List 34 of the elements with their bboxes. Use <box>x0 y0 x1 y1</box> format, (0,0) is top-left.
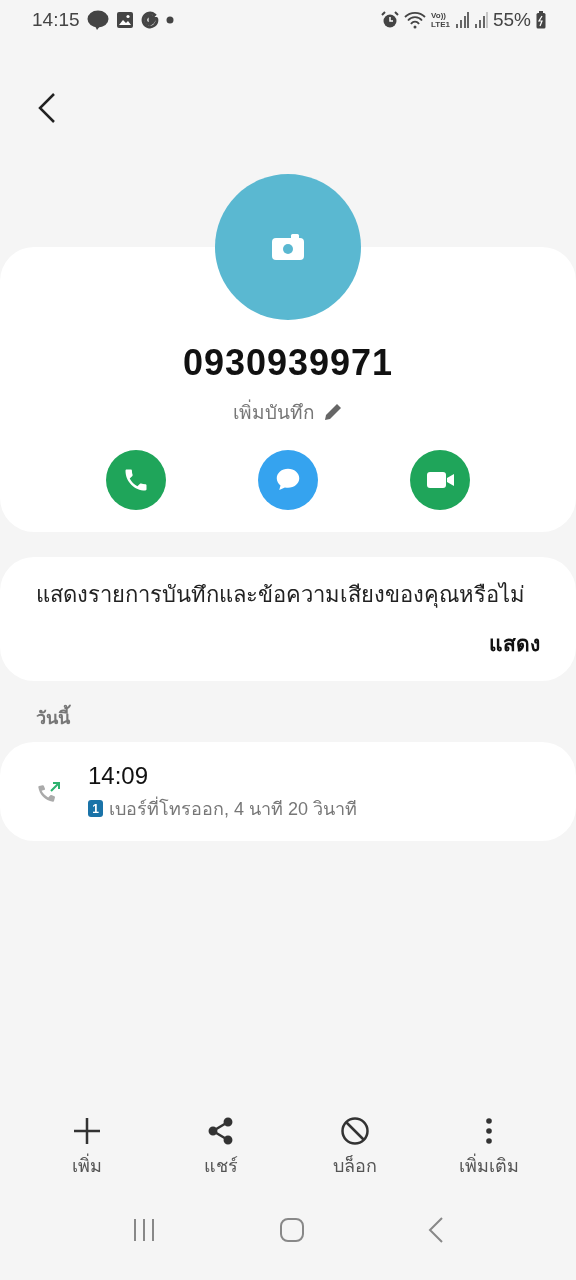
image-icon <box>115 11 134 29</box>
status-time: 14:15 <box>32 9 80 31</box>
more-button[interactable]: เพิ่มเติม <box>434 1117 544 1180</box>
camera-icon <box>272 234 304 260</box>
signal-icon <box>473 11 488 29</box>
more-icon <box>485 1117 493 1145</box>
battery-charging-icon <box>536 11 546 29</box>
pencil-icon <box>323 402 343 422</box>
lte-label: LTE1 <box>431 20 450 29</box>
show-button[interactable]: แสดง <box>483 626 546 661</box>
section-label: วันนี้ <box>0 681 576 742</box>
sim-badge: 1 <box>88 800 103 817</box>
volte-label: Vo)) <box>431 11 447 20</box>
alarm-clock-icon <box>381 11 399 29</box>
signal-icon <box>454 11 469 29</box>
add-button[interactable]: เพิ่ม <box>32 1117 142 1180</box>
block-button[interactable]: บล็อก <box>300 1117 410 1180</box>
plus-icon <box>73 1117 101 1145</box>
prompt-text: แสดงรายการบันทึกและข้อความเสียงของคุณหรือไม่ <box>35 581 526 610</box>
call-time: 14:09 <box>88 762 150 790</box>
chat-app-icon <box>86 10 109 30</box>
call-detail: เบอร์ที่โทรออก, 4 นาที 20 วินาที <box>109 794 358 823</box>
back-button[interactable] <box>36 92 58 124</box>
video-button[interactable] <box>410 450 470 510</box>
dot-icon <box>165 16 174 24</box>
share-button[interactable]: แชร์ <box>166 1117 276 1180</box>
phone-number: 0930939971 <box>181 342 395 384</box>
message-button[interactable] <box>258 450 318 510</box>
share-icon <box>208 1117 234 1145</box>
wifi-icon <box>404 11 426 29</box>
battery-percent: 55% <box>492 9 531 31</box>
block-icon <box>341 1117 369 1145</box>
call-button[interactable] <box>106 450 166 510</box>
add-note-button[interactable]: เพิ่มบันทึก <box>227 396 349 428</box>
